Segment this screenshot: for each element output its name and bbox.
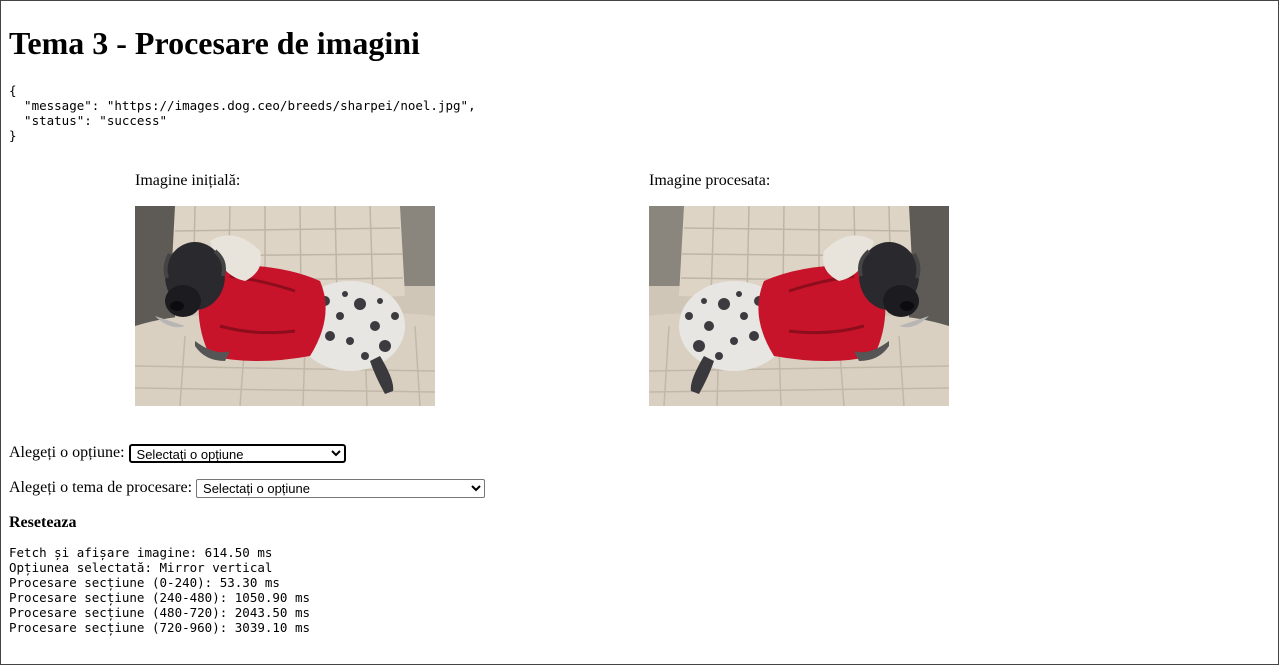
page-title: Tema 3 - Procesare de imagini <box>9 25 420 61</box>
log-line: Fetch și afișare imagine: 614.50 ms <box>9 545 273 560</box>
log-line: Procesare secțiune (480-720): 2043.50 ms <box>9 605 311 620</box>
option-label: Alegeți o opțiune: <box>9 444 125 461</box>
theme-select[interactable]: Selectați o opțiune <box>196 478 486 498</box>
theme-label: Alegeți o tema de procesare: <box>9 479 193 496</box>
api-response-json: { "message": "https://images.dog.ceo/bre… <box>9 83 476 143</box>
log-line: Procesare secțiune (720-960): 3039.10 ms <box>9 620 311 635</box>
processed-image-label: Imagine procesata: <box>649 172 771 189</box>
reset-button[interactable]: Reseteaza <box>9 513 77 533</box>
log-line: Procesare secțiune (240-480): 1050.90 ms <box>9 590 311 605</box>
processed-dog-image-mirrored <box>649 206 949 406</box>
timing-log: Fetch și afișare imagine: 614.50 ms Opți… <box>9 545 310 635</box>
original-image-label: Imagine inițială: <box>135 172 241 189</box>
log-line: Opțiunea selectată: Mirror vertical <box>9 560 273 575</box>
theme-row: Alegeți o tema de procesare: Selectați o… <box>9 477 486 499</box>
option-row: Alegeți o opțiune: Selectați o opțiune <box>9 442 346 464</box>
option-select[interactable]: Selectați o opțiune <box>128 443 346 463</box>
processed-image-panel: Imagine procesata: <box>649 171 949 406</box>
original-image-panel: Imagine inițială: <box>135 171 435 406</box>
original-dog-image <box>135 206 435 406</box>
log-line: Procesare secțiune (0-240): 53.30 ms <box>9 575 280 590</box>
